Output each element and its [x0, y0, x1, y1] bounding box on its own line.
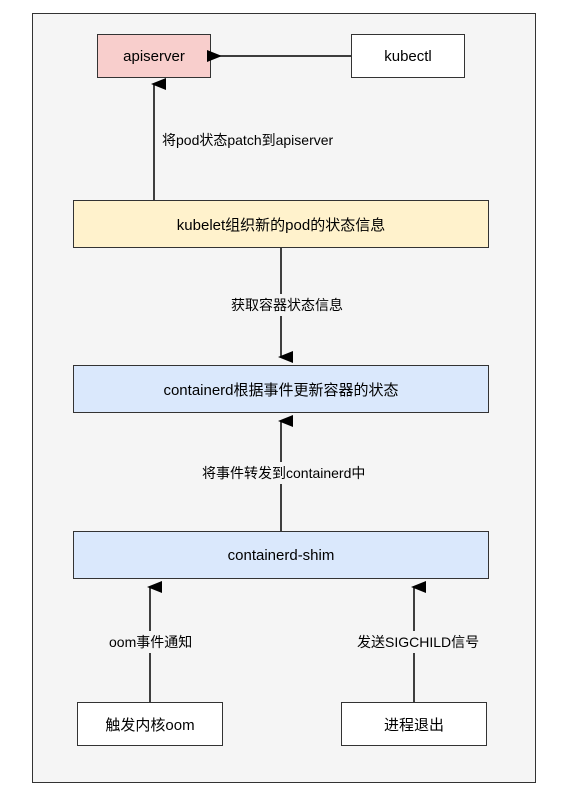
node-label: kubelet组织新的pod的状态信息 [177, 214, 385, 235]
node-label: containerd根据事件更新容器的状态 [163, 379, 398, 400]
node-label: containerd-shim [228, 547, 335, 564]
node-label: apiserver [123, 48, 185, 65]
edge-label-oom: oom事件通知 [105, 631, 196, 653]
arrow-kubectl-apiserver [211, 50, 351, 70]
edge-label-getcontainer: 获取容器状态信息 [227, 294, 347, 316]
node-label: kubectl [384, 48, 432, 65]
node-label: 进程退出 [384, 714, 444, 735]
node-apiserver: apiserver [97, 34, 211, 78]
node-kubelet: kubelet组织新的pod的状态信息 [73, 200, 489, 248]
node-kubectl: kubectl [351, 34, 465, 78]
node-containerd: containerd根据事件更新容器的状态 [73, 365, 489, 413]
diagram-container: apiserver kubectl kubelet组织新的pod的状态信息 将p… [32, 13, 536, 783]
node-label: 触发内核oom [105, 714, 194, 735]
edge-label-forward: 将事件转发到containerd中 [198, 462, 369, 484]
edge-label-sigchild: 发送SIGCHILD信号 [353, 631, 483, 653]
node-containerd-shim: containerd-shim [73, 531, 489, 579]
edge-label-patch: 将pod状态patch到apiserver [158, 129, 337, 151]
node-oom-trigger: 触发内核oom [77, 702, 223, 746]
node-process-exit: 进程退出 [341, 702, 487, 746]
